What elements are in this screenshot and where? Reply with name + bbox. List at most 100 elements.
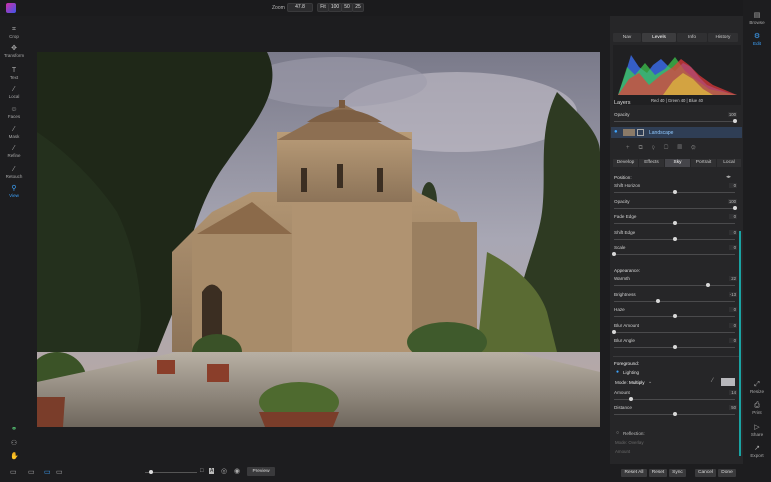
sky-position-slider[interactable] xyxy=(614,239,735,240)
layer-opacity-slider[interactable] xyxy=(614,121,735,122)
mode-select[interactable]: Multiply xyxy=(629,380,645,385)
sky-appearance-value[interactable]: 22 xyxy=(729,276,737,281)
ab-icon[interactable]: A xyxy=(209,468,214,474)
browse-button[interactable]: ▤Browse xyxy=(743,12,771,26)
top-bar: Zoom 47.8 Fit 100 50 25 xyxy=(0,0,771,16)
tool-view[interactable]: ⚲View xyxy=(0,185,28,199)
photo-canvas[interactable] xyxy=(37,52,600,427)
slider-knob[interactable] xyxy=(673,345,677,349)
tool-local[interactable]: ⁄Local xyxy=(0,86,28,100)
sky-appearance-slider[interactable] xyxy=(614,301,735,302)
visibility-icon[interactable]: ● xyxy=(614,129,618,135)
resize-button[interactable]: ⤢Resize xyxy=(743,381,771,395)
compare-view-icon[interactable]: ▭ xyxy=(56,468,63,476)
reset-button[interactable]: Reset xyxy=(649,469,667,477)
done-button[interactable]: Done xyxy=(718,469,736,477)
sky-position-value[interactable]: 0 xyxy=(729,245,737,250)
slider-knob[interactable] xyxy=(629,397,633,401)
subtab-local[interactable]: Local xyxy=(717,159,741,167)
sky-appearance-slider[interactable] xyxy=(614,332,735,333)
tab-history[interactable]: History xyxy=(708,33,738,42)
slider-knob[interactable] xyxy=(673,221,677,225)
tool-refine[interactable]: ⁄Refine xyxy=(0,145,28,159)
zoom-25-button[interactable]: 25 xyxy=(352,3,364,12)
sky-position-slider[interactable] xyxy=(614,254,735,255)
eyedropper-icon[interactable]: ⁄ xyxy=(712,378,713,384)
tab-info[interactable]: Info xyxy=(677,33,707,42)
foreground-lighting-value[interactable]: 14 xyxy=(729,390,737,395)
slider-knob[interactable] xyxy=(673,237,677,241)
slider-knob[interactable] xyxy=(612,252,616,256)
tool-crop[interactable]: ⌗Crop xyxy=(0,26,28,40)
filmstrip-icon[interactable]: ▭ xyxy=(28,468,35,476)
sky-position-value[interactable]: 0 xyxy=(729,183,737,188)
sky-position-value[interactable]: 100 xyxy=(728,199,737,204)
foreground-lighting-slider[interactable] xyxy=(614,399,735,400)
sky-position-slider[interactable] xyxy=(614,192,735,193)
subtab-sky[interactable]: Sky xyxy=(665,159,690,167)
color-swatch[interactable] xyxy=(721,378,735,386)
lighting-toggle-icon[interactable]: ● xyxy=(616,369,619,375)
circle-icon[interactable]: ◎ xyxy=(221,467,227,475)
tab-nav[interactable]: Nav xyxy=(613,33,641,42)
preview-button[interactable]: Preview xyxy=(247,467,275,476)
print-button[interactable]: ⎙Print xyxy=(743,402,771,416)
export-button[interactable]: ↗Export xyxy=(743,445,771,459)
foreground-lighting-value[interactable]: 50 xyxy=(729,405,737,410)
subtab-develop[interactable]: Develop xyxy=(613,159,638,167)
slider-knob[interactable] xyxy=(673,190,677,194)
subtab-portrait[interactable]: Portrait xyxy=(691,159,716,167)
sky-appearance-value[interactable]: -13 xyxy=(729,292,737,297)
sky-position-value[interactable]: 0 xyxy=(729,214,737,219)
mask-view-icon[interactable]: ◉ xyxy=(234,467,240,475)
sky-appearance-value[interactable]: 0 xyxy=(729,323,737,328)
sky-appearance-slider[interactable] xyxy=(614,316,735,317)
layer-actions-icons[interactable]: +⧉⚲▢▤⚙ xyxy=(626,145,736,152)
zoom-slider[interactable] xyxy=(145,472,197,473)
tool-extra-1[interactable]: ⚭ xyxy=(0,426,28,434)
app-logo-icon[interactable] xyxy=(6,3,16,13)
single-view-icon[interactable]: ▭ xyxy=(44,468,51,476)
tool-extra-3[interactable]: ✋ xyxy=(0,453,28,461)
chevron-down-icon[interactable]: ⌄ xyxy=(648,379,652,385)
right-tool-label: Print xyxy=(752,410,761,415)
slider-knob[interactable] xyxy=(706,283,710,287)
sky-appearance-value[interactable]: 0 xyxy=(729,338,737,343)
tool-text[interactable]: TText xyxy=(0,67,28,81)
tool-retouch[interactable]: ⁄Retouch xyxy=(0,166,28,180)
sync-button[interactable]: Sync xyxy=(669,469,686,477)
sky-position-value[interactable]: 0 xyxy=(729,230,737,235)
reflection-toggle-icon[interactable]: ○ xyxy=(616,430,619,436)
sky-position-slider[interactable] xyxy=(614,223,735,224)
sky-position-slider[interactable] xyxy=(614,208,735,209)
layer-opacity-value[interactable]: 100 xyxy=(728,112,737,117)
tool-extra-2[interactable]: ⚇ xyxy=(0,440,28,448)
reset-all-button[interactable]: Reset All xyxy=(621,469,647,477)
zoom-input[interactable]: 47.8 xyxy=(287,3,313,12)
slider-knob[interactable] xyxy=(673,412,677,416)
layer-row[interactable]: ● Landscape xyxy=(611,127,742,138)
foreground-lighting-slider[interactable] xyxy=(614,414,735,415)
cancel-button[interactable]: Cancel xyxy=(695,469,716,477)
edit-button[interactable]: ⚙Edit xyxy=(743,33,771,47)
tool-faces[interactable]: ☺Faces xyxy=(0,106,28,120)
sky-appearance-value[interactable]: 0 xyxy=(729,307,737,312)
sky-appearance-slider[interactable] xyxy=(614,347,735,348)
panel-toggle-icon[interactable]: ▭ xyxy=(10,468,17,476)
slider-knob[interactable] xyxy=(612,330,616,334)
tool-mask[interactable]: ⁄Mask xyxy=(0,126,28,140)
slider-knob[interactable] xyxy=(656,299,660,303)
flip-icon[interactable]: ◂▸ xyxy=(726,174,731,180)
share-button[interactable]: ▷Share xyxy=(743,424,771,438)
slider-knob[interactable] xyxy=(733,206,737,210)
panel-scrollbar[interactable] xyxy=(739,231,741,456)
zoom-100-button[interactable]: 100 xyxy=(328,3,342,12)
slider-knob[interactable] xyxy=(673,314,677,318)
tool-transform[interactable]: ✥Transform xyxy=(0,45,28,59)
zoom-slider-knob[interactable] xyxy=(149,470,153,474)
square-icon[interactable]: □ xyxy=(200,468,204,474)
tab-levels[interactable]: Levels xyxy=(642,33,676,42)
sky-appearance-slider[interactable] xyxy=(614,285,735,286)
slider-knob[interactable] xyxy=(733,119,737,123)
subtab-effects[interactable]: Effects xyxy=(639,159,664,167)
